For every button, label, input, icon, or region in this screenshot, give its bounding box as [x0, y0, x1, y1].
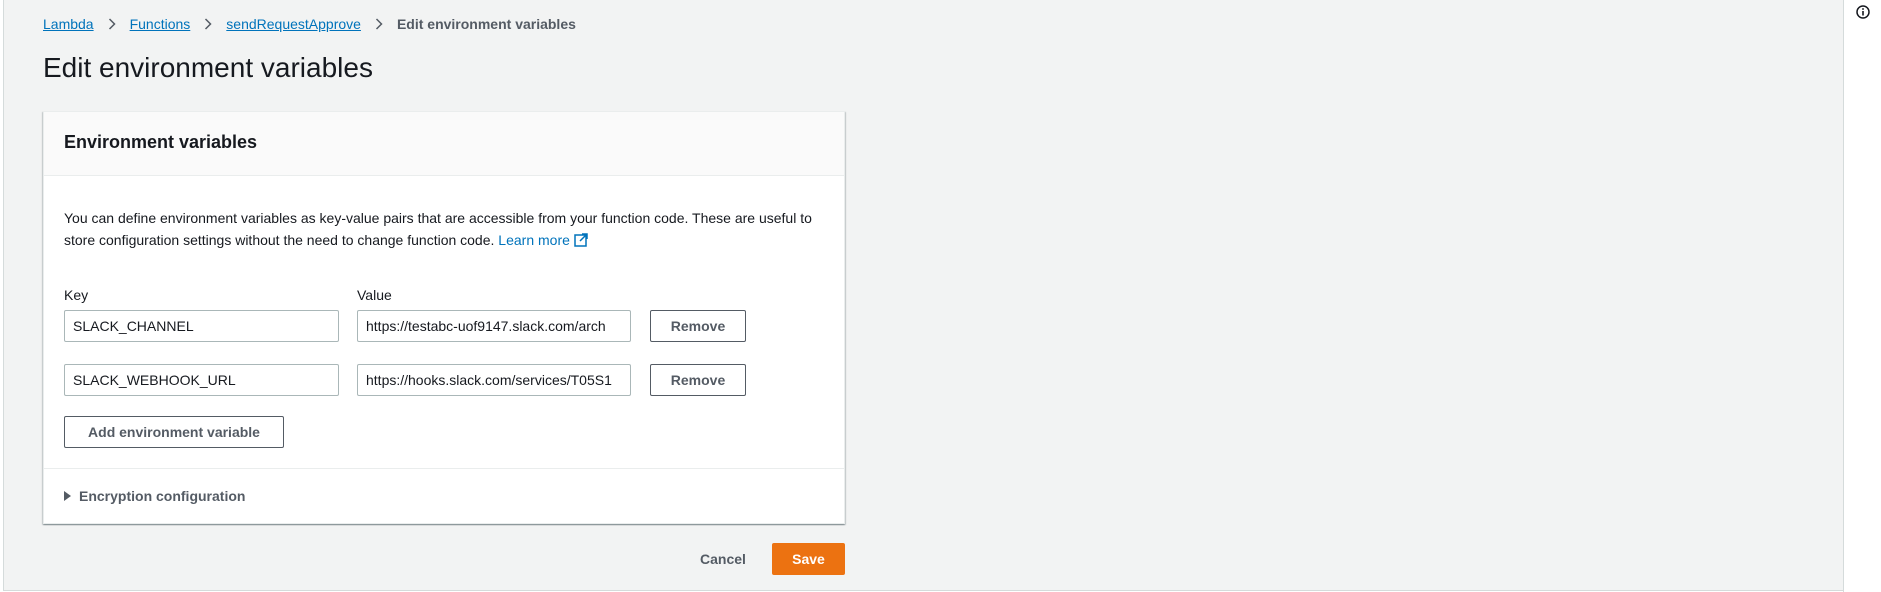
panel-header: Environment variables	[44, 112, 844, 176]
learn-more-link[interactable]: Learn more	[498, 232, 588, 248]
encryption-configuration-toggle[interactable]: Encryption configuration	[64, 488, 245, 504]
breadcrumb-lambda[interactable]: Lambda	[43, 16, 94, 32]
breadcrumb-current: Edit environment variables	[396, 16, 576, 32]
breadcrumb-functions[interactable]: Functions	[130, 16, 191, 32]
save-button[interactable]: Save	[772, 543, 845, 575]
environment-variables-panel: Environment variables You can define env…	[43, 111, 845, 524]
env-value-input-2[interactable]	[357, 364, 631, 396]
encryption-configuration-section: Encryption configuration	[44, 468, 844, 524]
env-key-input-1[interactable]	[64, 310, 339, 342]
description-text: You can define environment variables as …	[64, 210, 812, 248]
encryption-configuration-label: Encryption configuration	[79, 488, 246, 504]
key-column-label: Key	[64, 287, 89, 303]
breadcrumb-function-name[interactable]: sendRequestApprove	[226, 16, 361, 32]
info-icon[interactable]	[1855, 4, 1871, 20]
chevron-right-icon	[367, 18, 391, 30]
panel-title: Environment variables	[64, 132, 258, 152]
chevron-right-icon	[100, 18, 124, 30]
external-link-icon	[574, 231, 588, 253]
caret-right-icon	[64, 491, 71, 501]
remove-variable-button-2[interactable]: Remove	[650, 364, 746, 396]
learn-more-label: Learn more	[498, 232, 570, 248]
add-environment-variable-button[interactable]: Add environment variable	[64, 416, 284, 448]
page-title: Edit environment variables	[43, 52, 373, 83]
value-column-label: Value	[357, 287, 392, 303]
panel-description: You can define environment variables as …	[64, 207, 834, 253]
cancel-button[interactable]: Cancel	[680, 543, 766, 575]
remove-variable-button-1[interactable]: Remove	[650, 310, 746, 342]
env-key-input-2[interactable]	[64, 364, 339, 396]
chevron-right-icon	[196, 18, 220, 30]
breadcrumb: Lambda Functions sendRequestApprove Edit…	[43, 14, 576, 34]
help-panel-rail	[1843, 0, 1881, 592]
env-value-input-1[interactable]	[357, 310, 631, 342]
